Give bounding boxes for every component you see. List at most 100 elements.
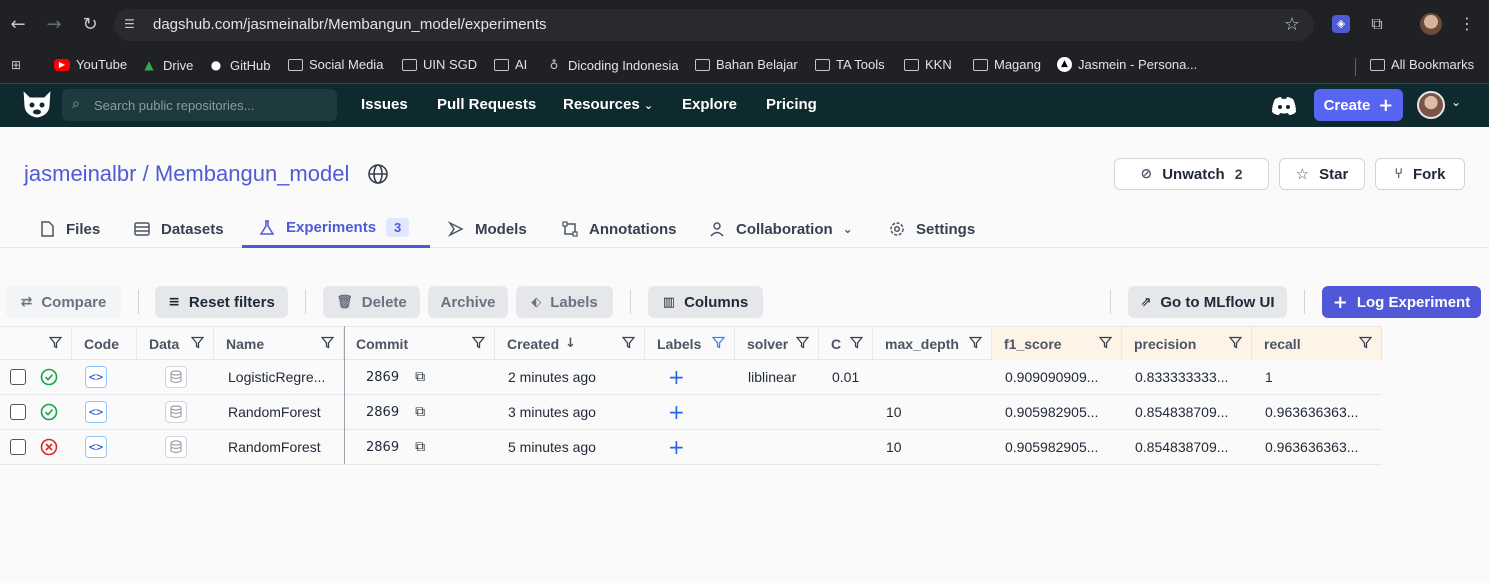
plus-icon[interactable]: +: [668, 367, 685, 387]
browser-menu-icon[interactable]: ⋮: [1457, 14, 1477, 34]
filter-icon[interactable]: [1099, 336, 1112, 349]
unwatch-button[interactable]: ⊘ Unwatch 2: [1114, 158, 1269, 190]
checkbox[interactable]: [10, 369, 26, 385]
header-max-depth[interactable]: max_depth: [873, 327, 992, 360]
header-created[interactable]: Created ↓: [495, 327, 645, 360]
row-checkbox[interactable]: [10, 430, 26, 464]
bookmark-star-icon[interactable]: ☆: [1284, 14, 1300, 35]
header-precision[interactable]: precision: [1122, 327, 1252, 360]
table-row[interactable]: <> RandomForest 2869 ⧉ 3 minutes ago + 10…: [0, 395, 1382, 430]
filter-icon[interactable]: [850, 336, 863, 349]
add-label[interactable]: +: [668, 360, 685, 394]
dagshub-logo-icon[interactable]: [20, 88, 54, 120]
filter-icon[interactable]: [472, 336, 485, 349]
plus-icon[interactable]: +: [668, 402, 685, 422]
bookmark-youtube[interactable]: ▶ YouTube: [54, 57, 127, 72]
repo-owner-link[interactable]: jasmeinalbr: [24, 161, 137, 186]
header-code[interactable]: Code: [72, 327, 137, 360]
filter-icon[interactable]: [969, 336, 982, 349]
filter-icon[interactable]: [321, 336, 334, 349]
tab-files[interactable]: Files: [38, 210, 100, 248]
tab-annotations[interactable]: Annotations: [561, 210, 677, 248]
copy-icon[interactable]: ⧉: [415, 369, 425, 385]
tab-collaboration[interactable]: Collaboration ⌄: [708, 210, 853, 248]
header-f1-score[interactable]: f1_score: [992, 327, 1122, 360]
checkbox[interactable]: [10, 404, 26, 420]
bookmark-ai[interactable]: AI: [494, 57, 527, 72]
nav-pricing[interactable]: Pricing: [766, 96, 817, 113]
apps-grid-icon[interactable]: ⊞: [8, 57, 24, 73]
bookmark-github[interactable]: ● GitHub: [208, 57, 271, 73]
search-input[interactable]: [94, 95, 324, 115]
filter-icon[interactable]: [712, 336, 725, 349]
data-link[interactable]: [165, 360, 187, 394]
copy-icon[interactable]: ⧉: [415, 404, 425, 420]
chevron-down-icon[interactable]: ⌄: [1451, 95, 1461, 109]
commit-hash[interactable]: 2869: [366, 370, 399, 385]
bookmark-drive[interactable]: ▲ Drive: [141, 57, 193, 73]
code-link[interactable]: <>: [85, 395, 107, 429]
archive-button[interactable]: Archive: [428, 286, 508, 318]
forward-arrow-icon[interactable]: →: [42, 13, 66, 37]
nav-pull-requests[interactable]: Pull Requests: [437, 96, 536, 113]
code-link[interactable]: <>: [85, 360, 107, 394]
bookmark-ta-tools[interactable]: TA Tools: [815, 57, 885, 72]
user-avatar[interactable]: [1417, 91, 1445, 119]
url-text[interactable]: dagshub.com/jasmeinalbr/Membangun_model/…: [153, 16, 547, 33]
labels-button[interactable]: ⬖ Labels: [516, 286, 613, 318]
bookmark-social-media[interactable]: Social Media: [288, 57, 383, 72]
bookmark-bahan-belajar[interactable]: Bahan Belajar: [695, 57, 798, 72]
star-button[interactable]: ☆ Star: [1279, 158, 1365, 190]
experiment-name[interactable]: RandomForest: [228, 430, 321, 464]
filter-icon[interactable]: [1229, 336, 1242, 349]
filter-icon[interactable]: [796, 336, 809, 349]
table-row[interactable]: <> LogisticRegre... 2869 ⧉ 2 minutes ago …: [0, 360, 1382, 395]
extension-shield-icon[interactable]: ◈: [1332, 15, 1350, 33]
delete-button[interactable]: 🗑 Delete: [323, 286, 420, 318]
header-solver[interactable]: solver: [735, 327, 819, 360]
search-box[interactable]: ⌕: [62, 89, 337, 121]
address-bar[interactable]: ☰ dagshub.com/jasmeinalbr/Membangun_mode…: [114, 9, 1314, 41]
bookmark-kkn[interactable]: KKN: [904, 57, 952, 72]
bookmark-jasmein[interactable]: ▲ Jasmein - Persona...: [1057, 57, 1197, 72]
data-link[interactable]: [165, 430, 187, 464]
reload-icon[interactable]: ↻: [78, 13, 102, 37]
tab-datasets[interactable]: Datasets: [133, 210, 224, 248]
tab-settings[interactable]: Settings: [888, 210, 975, 248]
header-labels[interactable]: Labels: [645, 327, 735, 360]
filter-icon[interactable]: [622, 336, 635, 349]
header-data[interactable]: Data: [137, 327, 214, 360]
filter-icon[interactable]: [1359, 336, 1372, 349]
copy-icon[interactable]: ⧉: [415, 439, 425, 455]
data-link[interactable]: [165, 395, 187, 429]
experiment-name[interactable]: LogisticRegre...: [228, 360, 325, 394]
tab-models[interactable]: Models: [447, 210, 527, 248]
create-button[interactable]: Create +: [1314, 89, 1403, 121]
row-checkbox[interactable]: [10, 360, 26, 394]
filter-icon[interactable]: [49, 336, 62, 349]
fork-button[interactable]: ⑂ Fork: [1375, 158, 1465, 190]
back-arrow-icon[interactable]: ←: [6, 13, 30, 37]
experiment-name[interactable]: RandomForest: [228, 395, 321, 429]
compare-button[interactable]: ⇄ Compare: [6, 286, 121, 318]
checkbox[interactable]: [10, 439, 26, 455]
row-checkbox[interactable]: [10, 395, 26, 429]
tab-experiments[interactable]: Experiments 3: [242, 210, 430, 248]
discord-icon[interactable]: [1271, 96, 1297, 116]
header-c[interactable]: C: [819, 327, 873, 360]
header-commit[interactable]: Commit: [344, 327, 495, 360]
bookmark-uin-sgd[interactable]: UIN SGD: [402, 57, 477, 72]
repo-name-link[interactable]: Membangun_model: [155, 161, 349, 186]
commit-hash[interactable]: 2869: [366, 440, 399, 455]
pinned-column-divider[interactable]: [344, 326, 345, 464]
nav-explore[interactable]: Explore: [682, 96, 737, 113]
reset-filters-button[interactable]: ≡ Reset filters: [155, 286, 288, 318]
nav-resources[interactable]: Resources ⌄: [563, 96, 653, 113]
log-experiment-button[interactable]: + Log Experiment: [1322, 286, 1481, 318]
bookmark-dicoding[interactable]: ♁ Dicoding Indonesia: [546, 57, 679, 73]
header-name[interactable]: Name: [214, 327, 344, 360]
plus-icon[interactable]: +: [668, 437, 685, 457]
code-link[interactable]: <>: [85, 430, 107, 464]
extensions-puzzle-icon[interactable]: ⧉: [1367, 14, 1387, 34]
table-row[interactable]: <> RandomForest 2869 ⧉ 5 minutes ago + 10…: [0, 430, 1382, 465]
